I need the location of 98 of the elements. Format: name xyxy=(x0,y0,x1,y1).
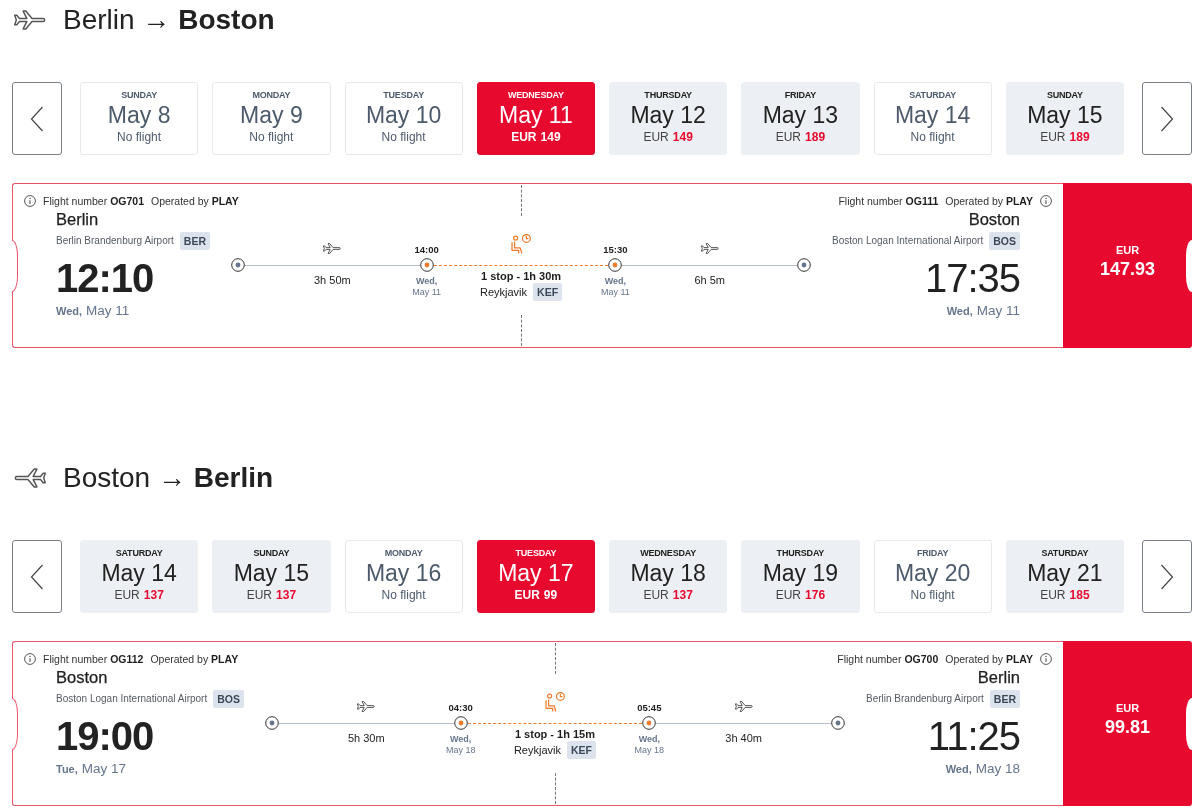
airport-code: KEF xyxy=(567,741,596,759)
seated-person-clock-icon xyxy=(511,234,531,254)
stop-weekday: Wed, xyxy=(604,276,626,287)
operator-label: Operated by PLAY xyxy=(945,652,1033,667)
stop-date: May 18 xyxy=(445,745,476,756)
date-tab[interactable]: SATURDAY May 14 No flight xyxy=(873,82,992,155)
weekday-label: Tue, xyxy=(56,762,78,777)
stop-city: Reykjavik xyxy=(479,285,528,299)
airport-name: Boston Logan International Airport xyxy=(832,234,984,248)
city-name: Berlin xyxy=(56,209,99,229)
operator-label: Operated by PLAY xyxy=(150,652,239,667)
date-label: May 11 xyxy=(86,303,130,319)
flight-number: Flight number OG111 xyxy=(838,194,939,209)
stop-summary: 1 stop - 1h 15m xyxy=(514,727,595,741)
date-tab[interactable]: THURSDAY May 12 EUR 149 xyxy=(609,82,728,155)
node-marker-icon xyxy=(830,716,845,730)
chevron-left-icon xyxy=(30,563,44,590)
info-icon[interactable] xyxy=(1040,195,1052,207)
airport-name: Berlin Brandenburg Airport xyxy=(56,234,174,248)
date-label: May 11 xyxy=(976,303,1020,319)
date-tab[interactable]: SUNDAY May 15 EUR 137 xyxy=(212,540,331,613)
info-icon[interactable] xyxy=(24,195,36,207)
weekday-label: Wed, xyxy=(945,762,972,777)
weekday-label: Wed, xyxy=(946,304,973,319)
airport-code: BER xyxy=(179,232,211,250)
operator-label: Operated by PLAY xyxy=(151,194,239,209)
airplane-icon xyxy=(323,243,342,254)
date-tab[interactable]: WEDNESDAY May 11 EUR 149 xyxy=(476,82,595,155)
city-name: Berlin xyxy=(977,667,1020,687)
stop-weekday: Wed, xyxy=(416,276,438,287)
stop-date: May 11 xyxy=(600,287,630,298)
stop-city: Reykjavik xyxy=(513,743,561,757)
duration-label: 5h 30m xyxy=(347,731,385,745)
seated-person-clock-icon xyxy=(544,692,565,712)
airport-code: KEF xyxy=(533,283,563,301)
flight-number: Flight number OG701 xyxy=(43,194,144,209)
city-name: Boston xyxy=(56,667,108,687)
flight-number: Flight number OG700 xyxy=(837,652,939,667)
operator-label: Operated by PLAY xyxy=(945,194,1033,209)
duration-label: 3h 50m xyxy=(314,273,351,287)
airplane-icon xyxy=(14,10,46,30)
date-tab[interactable]: TUESDAY May 10 No flight xyxy=(344,82,463,155)
airport-code: BOS xyxy=(989,232,1020,250)
duration-label: 3h 40m xyxy=(725,731,762,745)
date-tab[interactable]: MONDAY May 16 No flight xyxy=(344,540,463,613)
price-button[interactable]: EUR 147.93 xyxy=(1063,183,1192,348)
previous-button[interactable] xyxy=(12,82,62,155)
node-marker-icon xyxy=(265,716,279,730)
route-title: Berlin → Boston xyxy=(63,4,275,36)
date-tab[interactable]: SATURDAY May 21 EUR 185 xyxy=(1005,540,1124,613)
price-button[interactable]: EUR 99.81 xyxy=(1063,641,1192,806)
airplane-icon xyxy=(14,468,46,488)
stop-summary: 1 stop - 1h 30m xyxy=(480,269,562,283)
stop-time: 05:45 xyxy=(637,702,662,713)
arrival-time: 11:25 xyxy=(927,713,1020,759)
stop-time: 04:30 xyxy=(448,702,473,713)
weekday-label: Wed, xyxy=(56,304,83,319)
stop-date: May 18 xyxy=(634,745,665,756)
date-tab[interactable]: SUNDAY May 8 No flight xyxy=(80,82,199,155)
date-label: May 17 xyxy=(81,761,127,777)
date-tab[interactable]: SUNDAY May 15 EUR 189 xyxy=(1005,82,1124,155)
arrival-time: 17:35 xyxy=(924,255,1020,301)
airplane-icon xyxy=(700,243,719,254)
city-name: Boston xyxy=(968,209,1020,229)
date-tab[interactable]: FRIDAY May 20 No flight xyxy=(873,540,992,613)
airport-code: BER xyxy=(989,690,1020,708)
info-icon[interactable] xyxy=(24,653,36,665)
chevron-right-icon xyxy=(1160,105,1174,132)
chevron-right-icon xyxy=(1160,563,1174,590)
date-label: May 18 xyxy=(975,761,1020,777)
stop-weekday: Wed, xyxy=(638,734,660,745)
airport-name: Boston Logan International Airport xyxy=(56,692,208,706)
next-button[interactable] xyxy=(1142,540,1192,613)
date-tab[interactable]: WEDNESDAY May 18 EUR 137 xyxy=(609,540,728,613)
flight-number: Flight number OG112 xyxy=(43,652,144,667)
stop-time: 14:00 xyxy=(414,244,439,255)
stop-weekday: Wed, xyxy=(449,734,472,745)
departure-time: 19:00 xyxy=(56,713,154,759)
airplane-icon xyxy=(357,701,376,712)
date-tab[interactable]: SATURDAY May 14 EUR 137 xyxy=(80,540,199,613)
stop-date: May 11 xyxy=(412,287,442,298)
chevron-left-icon xyxy=(30,105,44,132)
route-title: Boston → Berlin xyxy=(63,462,274,494)
info-icon[interactable] xyxy=(1040,653,1052,665)
departure-time: 12:10 xyxy=(56,255,154,301)
next-button[interactable] xyxy=(1142,82,1192,155)
previous-button[interactable] xyxy=(12,540,62,613)
stop-time: 15:30 xyxy=(603,244,628,255)
date-tab[interactable]: FRIDAY May 13 EUR 189 xyxy=(741,82,860,155)
date-tab[interactable]: THURSDAY May 19 EUR 176 xyxy=(741,540,860,613)
date-tab[interactable]: MONDAY May 9 No flight xyxy=(212,82,331,155)
duration-label: 6h 5m xyxy=(694,273,725,287)
date-tab[interactable]: TUESDAY May 17 EUR 99 xyxy=(476,540,595,613)
airplane-icon xyxy=(734,701,753,712)
node-marker-icon xyxy=(797,258,811,272)
airport-code: BOS xyxy=(213,690,244,708)
airport-name: Berlin Brandenburg Airport xyxy=(865,692,984,706)
node-marker-icon xyxy=(231,258,246,272)
